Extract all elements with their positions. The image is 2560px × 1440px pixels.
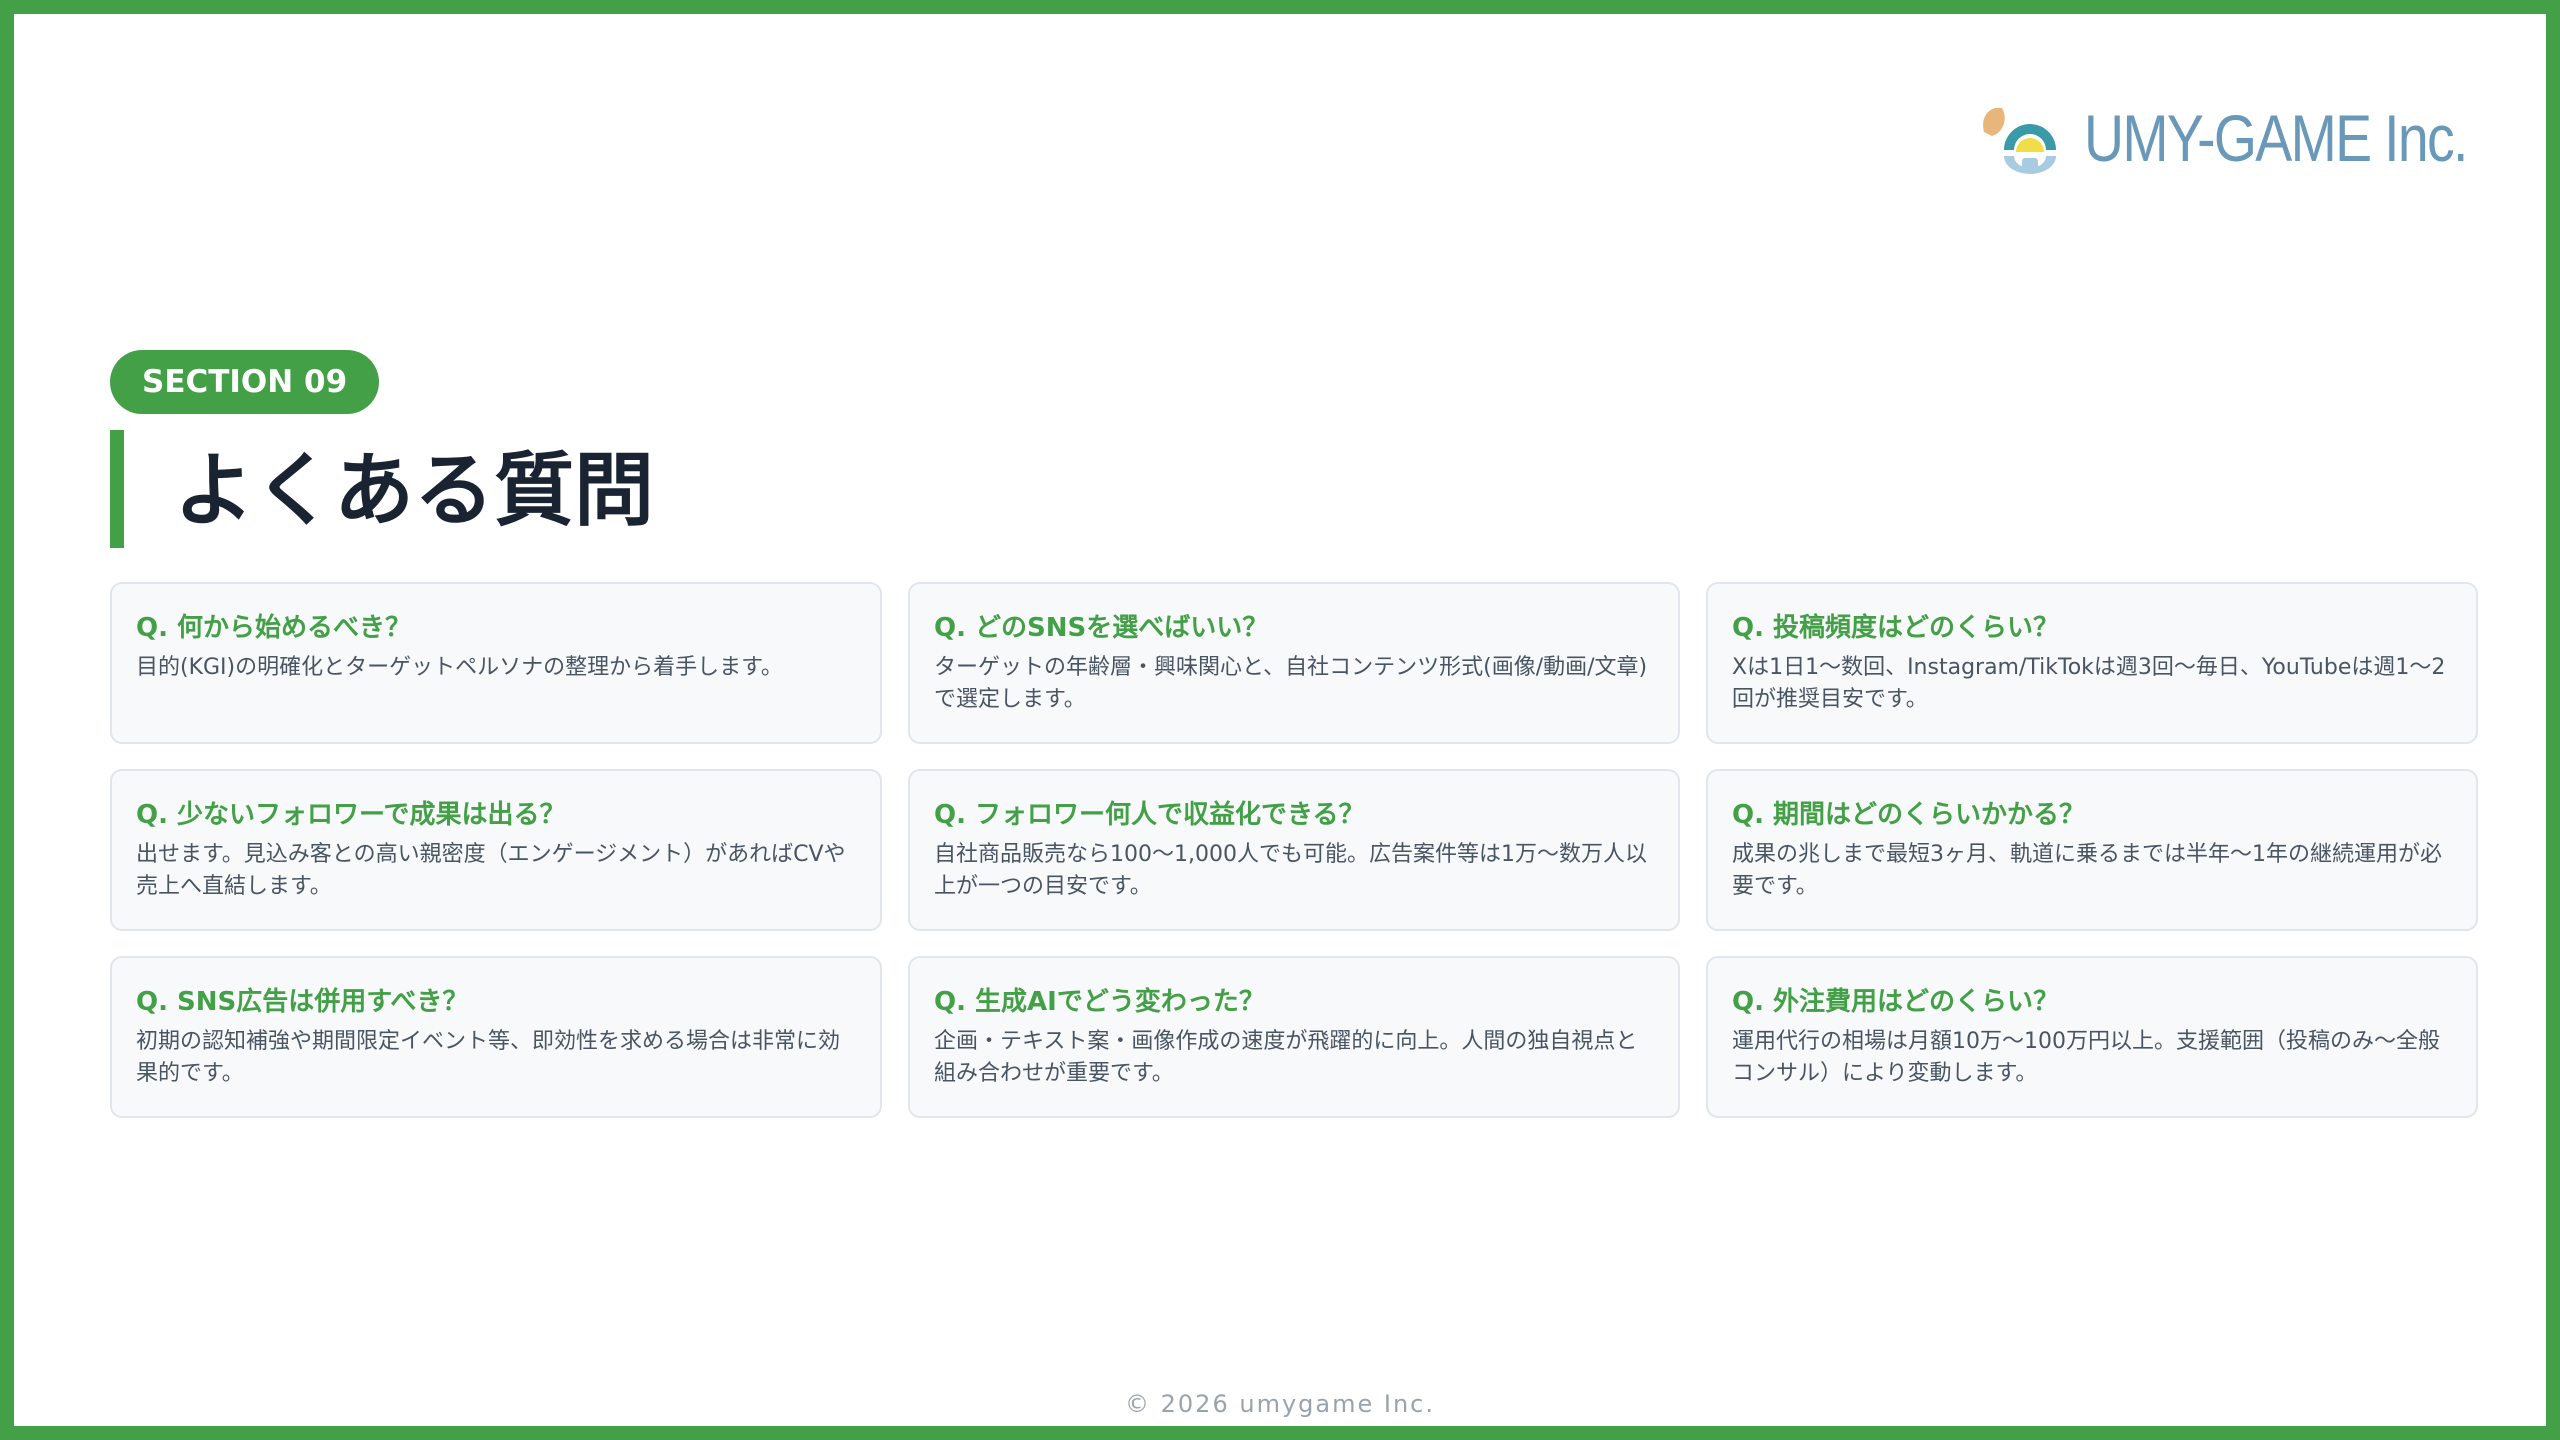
faq-answer: 企画・テキスト案・画像作成の速度が飛躍的に向上。人間の独自視点と組み合わせが重要…	[934, 1029, 1638, 1086]
faq-card: Q. 生成AIでどう変わった？ 企画・テキスト案・画像作成の速度が飛躍的に向上。…	[908, 956, 1680, 1118]
faq-answer: Xは1日1〜数回、Instagram/TikTokは週3回〜毎日、YouTube…	[1732, 655, 2446, 712]
faq-answer: 目的(KGI)の明確化とターゲットペルソナの整理から着手します。	[136, 655, 783, 680]
faq-question: Q. 外注費用はどのくらい？	[1732, 987, 2060, 1017]
faq-card: Q. SNS広告は併用すべき？ 初期の認知補強や期間限定イベント等、即効性を求め…	[110, 956, 882, 1118]
faq-card: Q. 何から始めるべき？ 目的(KGI)の明確化とターゲットペルソナの整理から着…	[110, 582, 882, 744]
faq-card: Q. 外注費用はどのくらい？ 運用代行の相場は月額10万〜100万円以上。支援範…	[1706, 956, 2478, 1118]
faq-question: Q. 何から始めるべき？	[136, 613, 412, 643]
logo-wordmark: UMY-GAME Inc.	[2084, 101, 2468, 175]
footer-copyright: © 2026 umygame Inc.	[1125, 1390, 1435, 1418]
faq-answer: 初期の認知補強や期間限定イベント等、即効性を求める場合は非常に効果的です。	[136, 1029, 841, 1086]
faq-card: Q. 投稿頻度はどのくらい？ Xは1日1〜数回、Instagram/TikTok…	[1706, 582, 2478, 744]
faq-question: Q. どのSNSを選べばいい？	[934, 613, 1269, 643]
faq-question: Q. 少ないフォロワーで成果は出る？	[136, 800, 566, 830]
faq-question: Q. 期間はどのくらいかかる？	[1732, 800, 2086, 830]
faq-question: Q. フォロワー何人で収益化できる？	[934, 800, 1365, 830]
faq-answer: ターゲットの年齢層・興味関心と、自社コンテンツ形式(画像/動画/文章)で選定しま…	[934, 655, 1648, 712]
title-accent-bar	[110, 430, 124, 548]
umy-game-logo-icon	[1983, 107, 2056, 174]
page-title: よくある質問	[174, 444, 654, 537]
faq-card: Q. 期間はどのくらいかかる？ 成果の兆しまで最短3ヶ月、軌道に乗るまでは半年〜…	[1706, 769, 2478, 931]
company-logo: UMY-GAME Inc.	[1978, 102, 2540, 174]
slide-frame: UMY-GAME Inc. SECTION 09 よくある質問 Q. 何から始め…	[0, 0, 2560, 1440]
faq-answer: 出せます。見込み客との高い親密度（エンゲージメント）があればCVや売上へ直結しま…	[136, 842, 846, 899]
faq-answer: 運用代行の相場は月額10万〜100万円以上。支援範囲（投稿のみ〜全般コンサル）に…	[1732, 1029, 2440, 1086]
faq-grid: Q. 何から始めるべき？ 目的(KGI)の明確化とターゲットペルソナの整理から着…	[110, 582, 2478, 1118]
faq-question: Q. 生成AIでどう変わった？	[934, 987, 1265, 1017]
faq-card: Q. フォロワー何人で収益化できる？ 自社商品販売なら100〜1,000人でも可…	[908, 769, 1680, 931]
faq-answer: 自社商品販売なら100〜1,000人でも可能。広告案件等は1万〜数万人以上が一つ…	[934, 842, 1647, 899]
faq-question: Q. SNS広告は併用すべき？	[136, 987, 469, 1017]
section-badge: SECTION 09	[110, 350, 380, 414]
faq-question: Q. 投稿頻度はどのくらい？	[1732, 613, 2060, 643]
faq-card: Q. どのSNSを選べばいい？ ターゲットの年齢層・興味関心と、自社コンテンツ形…	[908, 582, 1680, 744]
faq-answer: 成果の兆しまで最短3ヶ月、軌道に乗るまでは半年〜1年の継続運用が必要です。	[1732, 842, 2442, 899]
faq-card: Q. 少ないフォロワーで成果は出る？ 出せます。見込み客との高い親密度（エンゲー…	[110, 769, 882, 931]
